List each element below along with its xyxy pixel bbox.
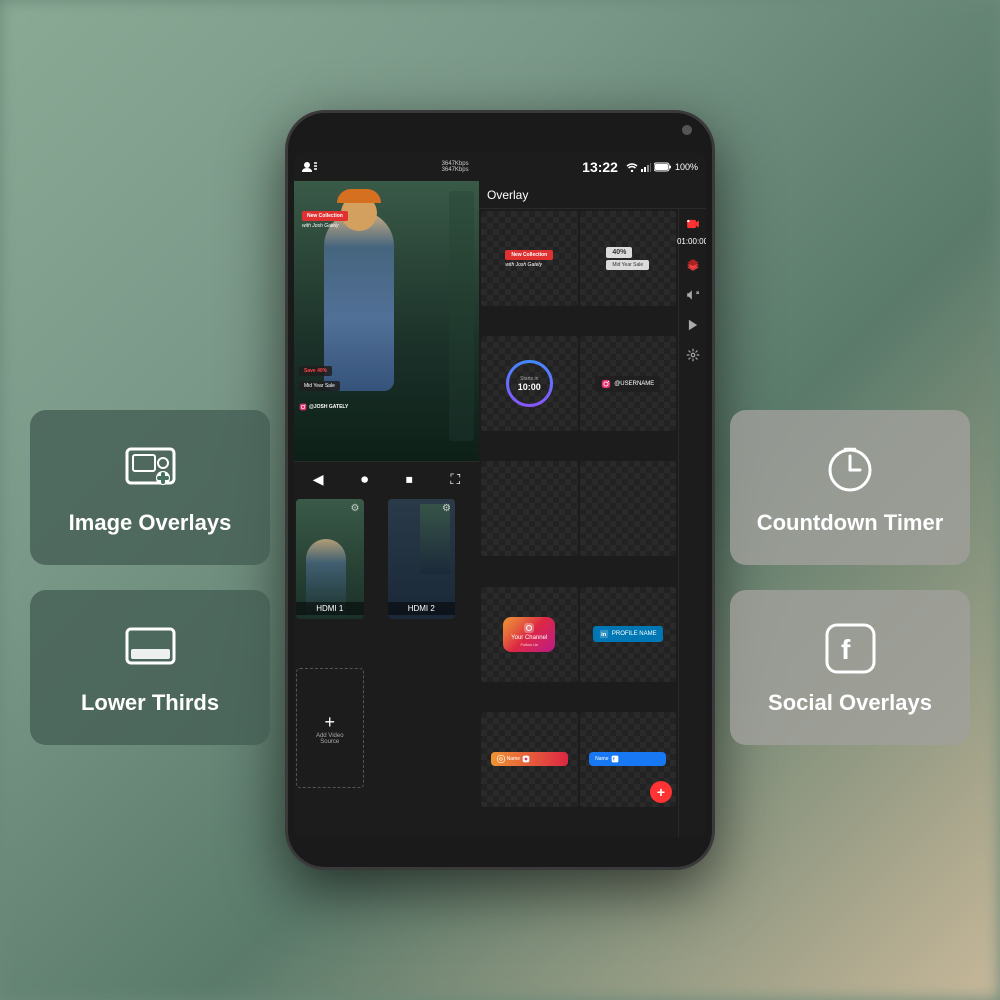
- mute-icon[interactable]: [682, 284, 704, 306]
- overlay-mid-year: Mid Year Sale: [606, 260, 649, 270]
- countdown-timer-label: Countdown Timer: [757, 510, 944, 536]
- ig-bar-logo: [522, 755, 530, 763]
- sidebar-icons: 01:00:00: [678, 209, 706, 837]
- overlay-cell-linkedin[interactable]: in PROFILE NAME: [580, 587, 677, 682]
- overlay-username-text: @USERNAME: [614, 381, 654, 387]
- lower-third-icon: [120, 618, 180, 678]
- overlay-instagram-bar: Name: [491, 752, 568, 766]
- image-overlays-label: Image Overlays: [69, 510, 232, 536]
- overlay-with-name: with Josh Gately: [505, 262, 542, 268]
- person-icon: [302, 161, 318, 173]
- channel-follow: Follow Us: [520, 642, 538, 647]
- add-video-source-button[interactable]: + Add Video Source: [296, 668, 364, 788]
- sale-label: Mid Year Sale: [299, 381, 340, 391]
- overlay-sale-pct: 40%: [606, 247, 632, 258]
- overlay-username-badge: @USERNAME: [595, 376, 660, 392]
- new-collection-sub: with Josh Gately: [302, 223, 339, 229]
- instagram-channel-icon: [523, 622, 535, 634]
- status-time: 13:22: [582, 159, 618, 175]
- play-icon: [686, 318, 700, 332]
- channel-name: Your Channel: [511, 635, 547, 641]
- countdown-timer-card[interactable]: Countdown Timer: [730, 410, 970, 565]
- hdmi2-settings[interactable]: ⚙: [442, 503, 451, 514]
- social-overlays-label: Social Overlays: [768, 690, 932, 716]
- countdown-time: 10:00: [518, 382, 541, 392]
- video-source-thumbnails: ⚙ HDMI 1 ⚙ HDMI 2 + Add Video Sou: [294, 497, 479, 837]
- wifi-icon: [626, 162, 638, 172]
- layers-svg: [686, 258, 700, 272]
- overlay-facebook-bar: Name f: [589, 752, 666, 766]
- ig-bar-icon: [497, 755, 505, 763]
- overlay-new-collection: New Collection: [505, 250, 553, 260]
- linkedin-icon: in: [599, 629, 609, 639]
- overlay-linkedin-badge: in PROFILE NAME: [593, 626, 663, 642]
- hdmi2-label: HDMI 2: [388, 602, 456, 615]
- status-bar: 3647Kbps 3647Kbps 13:22: [294, 153, 706, 181]
- timer-group: 01:00:00: [677, 213, 706, 246]
- preview-image: New Collection with Josh Gately Save 40%…: [294, 181, 479, 461]
- sale-percentage: Save 40%: [299, 366, 332, 376]
- overlay-cell-empty-2[interactable]: [580, 461, 677, 556]
- settings-icon[interactable]: [682, 344, 704, 366]
- back-button[interactable]: ◀: [313, 471, 324, 488]
- overlay-cell-facebook-bar[interactable]: Name f +: [580, 712, 677, 807]
- add-source-label: Add Video Source: [316, 733, 344, 745]
- lower-thirds-label: Lower Thirds: [81, 690, 219, 716]
- phone-device: 3647Kbps 3647Kbps 13:22: [285, 110, 715, 870]
- camera-dot: [682, 125, 692, 135]
- left-panel: New Collection with Josh Gately Save 40%…: [294, 181, 479, 837]
- facebook-icon: f: [820, 618, 880, 678]
- network-speed-down: 3647Kbps: [442, 167, 469, 173]
- record-button[interactable]: ⏺: [361, 471, 368, 488]
- svg-text:f: f: [841, 634, 851, 665]
- fullscreen-button[interactable]: ⛶: [450, 471, 460, 488]
- fb-bar-icon: f: [611, 755, 619, 763]
- overlay-title: Overlay: [487, 188, 528, 202]
- video-icon: [686, 217, 700, 231]
- social-overlays-card[interactable]: f Social Overlays: [730, 590, 970, 745]
- linkedin-profile-name: PROFILE NAME: [612, 631, 657, 637]
- overlay-instagram-channel: Your Channel Follow Us: [503, 617, 555, 652]
- overlay-cell-instagram-channel[interactable]: Your Channel Follow Us: [481, 587, 578, 682]
- main-preview: New Collection with Josh Gately Save 40%…: [294, 181, 479, 461]
- new-collection-badge: New Collection: [302, 211, 348, 221]
- stop-button[interactable]: ⏹: [406, 471, 413, 488]
- overlay-cell-countdown[interactable]: Starts in 10:00: [481, 336, 578, 431]
- clock-icon: [820, 438, 880, 498]
- phone-screen: 3647Kbps 3647Kbps 13:22: [294, 153, 706, 837]
- image-overlay-icon: [120, 438, 180, 498]
- overlay-cell-instagram-bar[interactable]: Name: [481, 712, 578, 807]
- timer-value: 01:00:00: [677, 237, 706, 246]
- overlay-cell-empty-1[interactable]: [481, 461, 578, 556]
- play-sidebar-icon[interactable]: [682, 314, 704, 336]
- signal-icon: [641, 162, 651, 172]
- screen-content: New Collection with Josh Gately Save 40%…: [294, 181, 706, 837]
- lower-thirds-card[interactable]: Lower Thirds: [30, 590, 270, 745]
- instagram-small-icon: [601, 379, 611, 389]
- overlay-panel: Overlay New Collection with Josh Gately: [479, 181, 706, 837]
- status-left: [302, 161, 318, 173]
- hdmi2-thumb[interactable]: ⚙ HDMI 2: [388, 499, 456, 619]
- transport-bar: ◀ ⏺ ⏹ ⛶: [294, 461, 479, 497]
- record-sidebar-icon[interactable]: [682, 213, 704, 235]
- status-right: 100%: [626, 162, 698, 172]
- overlay-cell-lower-third-2[interactable]: 40% Mid Year Sale: [580, 211, 677, 306]
- overlay-grid: New Collection with Josh Gately 40% Mid …: [479, 209, 678, 837]
- battery-pct: 100%: [675, 162, 698, 172]
- svg-text:in: in: [601, 632, 607, 638]
- gear-svg: [686, 348, 700, 362]
- speaker-icon: [686, 288, 700, 302]
- hdmi1-thumb[interactable]: ⚙ HDMI 1: [296, 499, 364, 619]
- instagram-username: @JOSH GATELY: [309, 404, 348, 410]
- instagram-handle: @JOSH GATELY: [299, 403, 348, 411]
- hdmi1-settings[interactable]: ⚙: [351, 503, 360, 514]
- hdmi1-label: HDMI 1: [296, 602, 364, 615]
- add-overlay-button[interactable]: +: [650, 781, 672, 803]
- layers-icon[interactable]: [682, 254, 704, 276]
- overlay-header: Overlay: [479, 181, 706, 209]
- battery-icon: [654, 162, 672, 172]
- overlay-cell-lower-third-1[interactable]: New Collection with Josh Gately: [481, 211, 578, 306]
- overlay-cell-username[interactable]: @USERNAME: [580, 336, 677, 431]
- image-overlays-card[interactable]: Image Overlays: [30, 410, 270, 565]
